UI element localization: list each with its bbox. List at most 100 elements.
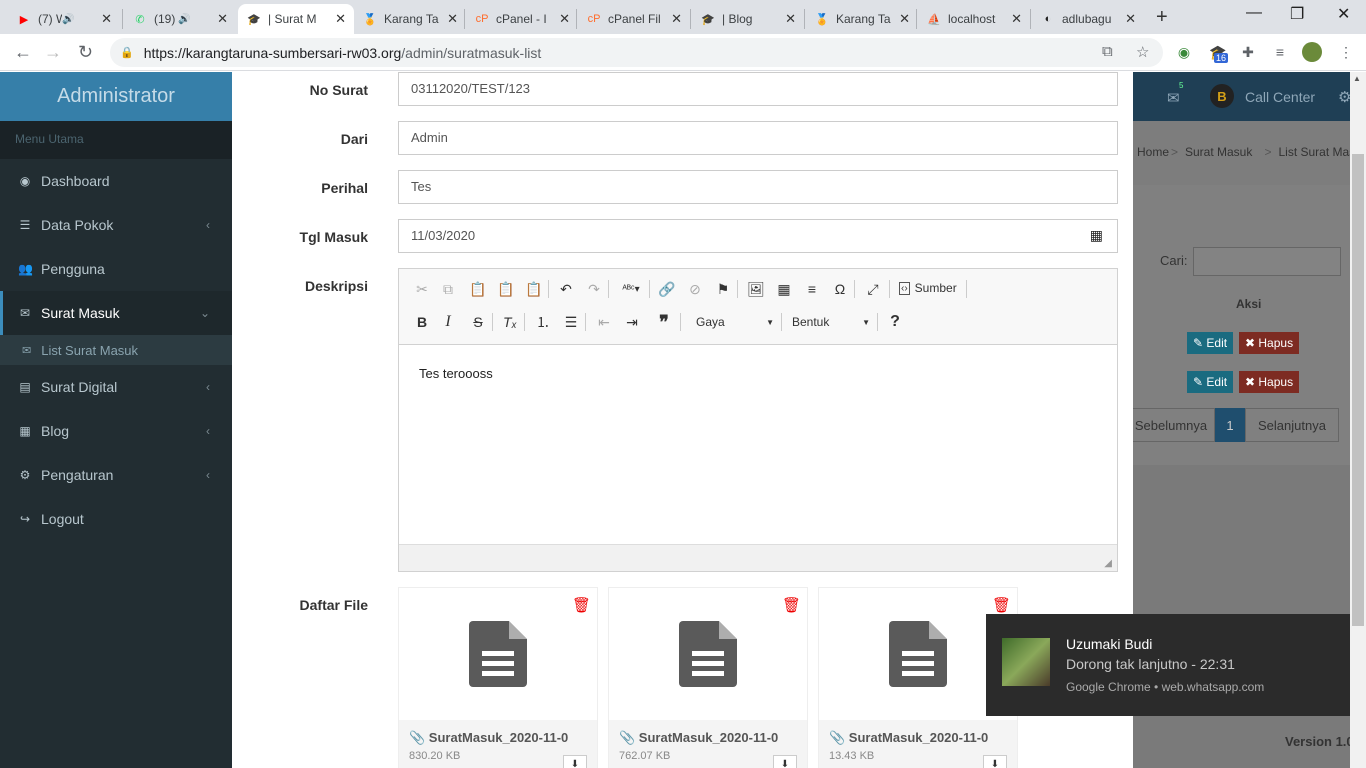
tgl-masuk-input[interactable]: 11/03/2020 ▦ bbox=[398, 219, 1118, 253]
italic-icon[interactable]: I bbox=[437, 311, 459, 333]
cut-icon[interactable]: ✂ bbox=[411, 278, 433, 300]
source-button[interactable]: ‹› Sumber bbox=[899, 281, 957, 295]
close-tab-icon[interactable]: ✕ bbox=[101, 11, 112, 27]
maximize-icon[interactable]: ⤢ bbox=[862, 278, 884, 300]
sidebar-item-data-pokok[interactable]: ☰ Data Pokok ‹ bbox=[0, 203, 232, 247]
format-dropdown[interactable]: Bentuk ▼ bbox=[792, 309, 870, 335]
undo-icon[interactable]: ↶ bbox=[555, 278, 577, 300]
breadcrumb-item[interactable]: Home bbox=[1137, 145, 1169, 159]
new-tab-button[interactable]: + bbox=[1156, 6, 1168, 29]
forward-icon[interactable]: → bbox=[44, 42, 62, 63]
edit-button[interactable]: ✎ Edit bbox=[1187, 332, 1234, 354]
prev-page-button[interactable]: Sebelumnya bbox=[1127, 408, 1215, 442]
sidebar-subitem-list-surat-masuk[interactable]: ✉ List Surat Masuk bbox=[0, 335, 232, 365]
paste-text-icon[interactable]: 📋 bbox=[495, 278, 517, 300]
browser-tab[interactable]: ◐ adlubagu ✕ bbox=[1032, 4, 1144, 34]
numbered-list-icon[interactable]: ⒈ bbox=[532, 311, 554, 333]
menu-kebab-icon[interactable]: ⋮ bbox=[1336, 42, 1356, 62]
unlink-icon[interactable]: ⊘ bbox=[684, 278, 706, 300]
download-icon[interactable]: ⬇ bbox=[983, 755, 1007, 768]
image-icon[interactable]: 🖼 bbox=[745, 278, 767, 300]
browser-tab[interactable]: cP cPanel Fil ✕ bbox=[578, 4, 690, 34]
close-tab-icon[interactable]: ✕ bbox=[671, 11, 682, 27]
media-control-icon[interactable]: ≡ bbox=[1270, 42, 1290, 62]
sidebar-item-dashboard[interactable]: ◉ Dashboard bbox=[0, 159, 232, 203]
globe-extension-icon[interactable]: ◉ bbox=[1174, 42, 1194, 62]
browser-tab[interactable]: 🎓 | Blog ✕ bbox=[692, 4, 804, 34]
paste-icon[interactable]: 📋 bbox=[467, 278, 489, 300]
edit-button[interactable]: ✎ Edit bbox=[1187, 371, 1234, 393]
browser-tab[interactable]: cP cPanel - I ✕ bbox=[466, 4, 578, 34]
breadcrumb-item[interactable]: Surat Masuk bbox=[1185, 145, 1252, 159]
next-page-button[interactable]: Selanjutnya bbox=[1245, 408, 1339, 442]
hapus-button[interactable]: ✖ Hapus bbox=[1239, 371, 1300, 393]
special-char-icon[interactable]: Ω bbox=[829, 278, 851, 300]
audio-icon[interactable]: 🔊 bbox=[178, 14, 190, 25]
resize-handle-icon[interactable]: ◢ bbox=[1104, 558, 1112, 569]
link-icon[interactable]: 🔗 bbox=[656, 278, 678, 300]
sidebar-item-surat-masuk[interactable]: ✉ Surat Masuk ⌄ bbox=[0, 291, 232, 335]
mortarboard-extension-icon[interactable]: 🎓 16 bbox=[1208, 42, 1229, 63]
style-dropdown[interactable]: Gaya ▼ bbox=[696, 309, 774, 335]
browser-tab[interactable]: ⛵ localhost ✕ bbox=[918, 4, 1030, 34]
close-tab-icon[interactable]: ✕ bbox=[785, 11, 796, 27]
browser-tab[interactable]: 🏅 Karang Ta ✕ bbox=[354, 4, 466, 34]
reload-icon[interactable]: ↻ bbox=[78, 42, 93, 63]
hapus-button[interactable]: ✖ Hapus bbox=[1239, 332, 1300, 354]
horizontal-line-icon[interactable]: ≡ bbox=[801, 278, 823, 300]
file-thumbnail[interactable]: 🗑 bbox=[399, 588, 597, 720]
browser-tab[interactable]: ▶ (7) W 🔊 ✕ bbox=[8, 4, 120, 34]
brand-logo[interactable]: Administrator bbox=[0, 72, 232, 121]
bookmark-star-icon[interactable]: ☆ bbox=[1136, 43, 1149, 61]
close-tab-icon[interactable]: ✕ bbox=[899, 11, 910, 27]
browser-tab[interactable]: 🎓 | Surat M ✕ bbox=[238, 4, 354, 34]
audio-icon[interactable]: 🔊 bbox=[62, 14, 74, 25]
sidebar-item-surat-digital[interactable]: ▤ Surat Digital ‹ bbox=[0, 365, 232, 409]
no-surat-input[interactable]: 03112020/TEST/123 bbox=[398, 72, 1118, 106]
strikethrough-icon[interactable]: S bbox=[467, 311, 489, 333]
browser-tab[interactable]: ✆ (19) W🔊 ✕ bbox=[124, 4, 236, 34]
scroll-up-icon[interactable]: ▲ bbox=[1353, 74, 1361, 83]
paste-word-icon[interactable]: 📋 bbox=[523, 278, 545, 300]
scrollbar-thumb[interactable] bbox=[1352, 154, 1364, 626]
close-window-button[interactable]: ✕ bbox=[1337, 4, 1350, 24]
envelope-icon[interactable]: ✉ bbox=[1167, 89, 1180, 107]
download-icon[interactable]: ⬇ bbox=[773, 755, 797, 768]
blockquote-icon[interactable]: ❞ bbox=[653, 311, 675, 333]
spellcheck-icon[interactable]: ᴬᴮᶜ▾ bbox=[617, 278, 645, 300]
indent-icon[interactable]: ⇥ bbox=[621, 311, 643, 333]
bulleted-list-icon[interactable]: ☰ bbox=[560, 311, 582, 333]
minimize-button[interactable]: — bbox=[1246, 4, 1262, 22]
editor-content[interactable]: Tes teroooss bbox=[419, 366, 493, 381]
sidebar-item-logout[interactable]: ↪ Logout bbox=[0, 497, 232, 541]
close-tab-icon[interactable]: ✕ bbox=[335, 11, 346, 27]
sidebar-item-pengaturan[interactable]: ⚙ Pengaturan ‹ bbox=[0, 453, 232, 497]
back-icon[interactable]: ← bbox=[14, 42, 32, 63]
anchor-flag-icon[interactable]: ⚑ bbox=[712, 278, 734, 300]
download-icon[interactable]: ⬇ bbox=[563, 755, 587, 768]
redo-icon[interactable]: ↷ bbox=[583, 278, 605, 300]
url-field[interactable]: 🔒 https://karangtaruna-sumbersari-rw03.o… bbox=[110, 38, 1163, 67]
trash-icon[interactable]: 🗑 bbox=[572, 596, 591, 614]
calendar-icon[interactable]: ▦ bbox=[1090, 227, 1103, 244]
page-1-button[interactable]: 1 bbox=[1215, 408, 1245, 442]
browser-tab[interactable]: 🏅 Karang Ta ✕ bbox=[806, 4, 918, 34]
dari-input[interactable]: Admin bbox=[398, 121, 1118, 155]
sidebar-item-pengguna[interactable]: 👥 Pengguna bbox=[0, 247, 232, 291]
puzzle-extensions-icon[interactable]: ✚ bbox=[1238, 42, 1258, 62]
help-icon[interactable]: ? bbox=[884, 311, 906, 333]
profile-avatar[interactable] bbox=[1302, 42, 1322, 62]
bold-icon[interactable]: B bbox=[411, 311, 433, 333]
close-tab-icon[interactable]: ✕ bbox=[1125, 11, 1136, 27]
chrome-notification[interactable]: Uzumaki Budi Dorong tak lanjutno - 22:31… bbox=[986, 614, 1350, 716]
translate-icon[interactable]: ⧉ bbox=[1102, 43, 1113, 60]
sidebar-item-blog[interactable]: ▦ Blog ‹ bbox=[0, 409, 232, 453]
close-tab-icon[interactable]: ✕ bbox=[559, 11, 570, 27]
close-tab-icon[interactable]: ✕ bbox=[1011, 11, 1022, 27]
trash-icon[interactable]: 🗑 bbox=[992, 596, 1011, 614]
perihal-input[interactable]: Tes bbox=[398, 170, 1118, 204]
close-tab-icon[interactable]: ✕ bbox=[447, 11, 458, 27]
outdent-icon[interactable]: ⇤ bbox=[593, 311, 615, 333]
table-icon[interactable]: ▦ bbox=[773, 278, 795, 300]
close-tab-icon[interactable]: ✕ bbox=[217, 11, 228, 27]
